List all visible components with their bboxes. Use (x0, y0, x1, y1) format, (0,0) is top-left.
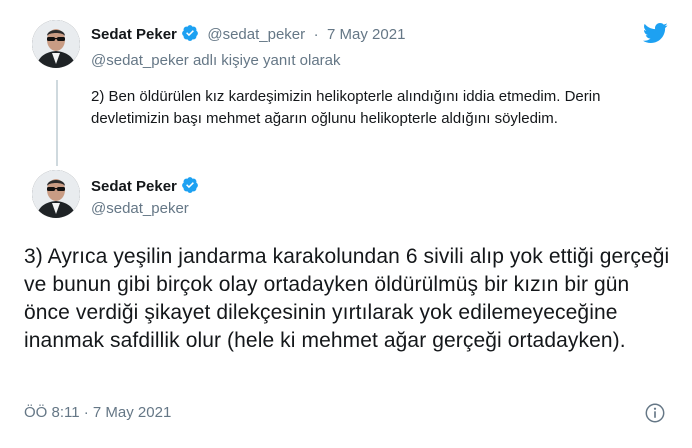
separator-dot: · (313, 26, 319, 43)
author-name[interactable]: Sedat Peker (91, 178, 177, 195)
reply-context[interactable]: @sedat_peker adlı kişiye yanıt olarak (91, 52, 341, 69)
tweet-date[interactable]: 7 May 2021 (327, 26, 405, 43)
thread-connector-line (56, 80, 58, 166)
reply-tweet-text: 2) Ben öldürülen kız kardeşimizin heliko… (91, 88, 601, 127)
reply-tweet-header: Sedat Peker @sedat_peker · 7 May 2021 (91, 24, 405, 47)
verified-badge-icon (181, 24, 199, 47)
author-handle[interactable]: @sedat_peker (91, 200, 189, 217)
info-icon[interactable] (644, 402, 666, 429)
twitter-bird-icon[interactable] (640, 20, 670, 51)
author-handle[interactable]: @sedat_peker (207, 26, 305, 43)
tweet-embed-card: Sedat Peker @sedat_peker · 7 May 2021 @s… (0, 0, 692, 448)
avatar[interactable] (32, 170, 80, 218)
avatar[interactable] (32, 20, 80, 68)
main-tweet-text: 3) Ayrıca yeşilin jandarma karakolundan … (24, 245, 670, 352)
author-name[interactable]: Sedat Peker (91, 26, 177, 43)
main-tweet-author: Sedat Peker (91, 176, 199, 199)
verified-badge-icon (181, 176, 199, 199)
tweet-timestamp[interactable]: ÖÖ 8:11 · 7 May 2021 (24, 404, 171, 421)
